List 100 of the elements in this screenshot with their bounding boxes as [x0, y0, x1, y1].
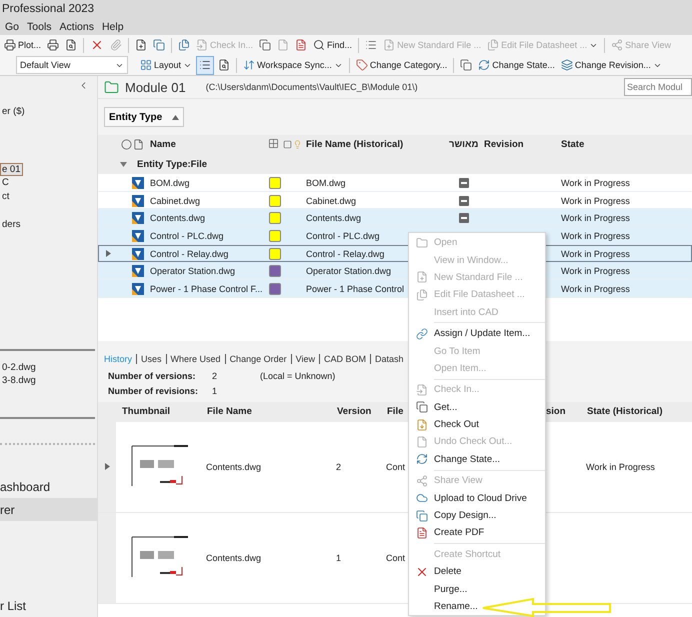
- grid-icon: [140, 59, 152, 71]
- context-menu-item[interactable]: Purge...: [409, 580, 468, 598]
- toolbar-button[interactable]: Change Category...: [354, 56, 450, 74]
- menu-item[interactable]: Actions: [56, 20, 97, 32]
- toolbar-button[interactable]: Workspace Sync...: [241, 56, 345, 74]
- context-menu-item[interactable]: Rename...: [409, 598, 478, 616]
- printer-icon: [4, 39, 16, 51]
- tree-item[interactable]: ders: [0, 218, 22, 231]
- file-row[interactable]: Contents.dwg Contents.dwg Work in Progress: [98, 209, 692, 228]
- files-icon: [416, 288, 428, 301]
- detail-tab[interactable]: Uses: [141, 354, 162, 364]
- drawing-file-icon: [132, 176, 144, 189]
- expand-caret-icon[interactable]: [106, 250, 110, 258]
- folder-icon: [104, 80, 119, 94]
- collapse-caret-icon[interactable]: [120, 162, 127, 166]
- column-header[interactable]: Version: [333, 406, 383, 418]
- file-row[interactable]: Cabinet.dwg Cabinet.dwg Work in Progress: [98, 192, 692, 210]
- file-search-icon: [65, 39, 78, 51]
- table-cell-text: Contents.dwg: [205, 552, 262, 563]
- context-menu-item[interactable]: Change State...: [409, 450, 500, 468]
- table-cell-text: Work in Progress: [560, 284, 630, 294]
- column-header[interactable]: State: [557, 139, 692, 150]
- info-value: 2: [212, 371, 218, 382]
- file-row[interactable]: BOM.dwg BOM.dwg Work in Progress: [98, 174, 692, 192]
- file-icon: [416, 436, 428, 448]
- paperclip-icon: [110, 39, 122, 51]
- column-header[interactable]: File Name (Historical): [302, 139, 445, 150]
- nav-item[interactable]: ashboard: [0, 475, 97, 498]
- drawing-file-icon: [132, 282, 144, 295]
- table-cell-text: Power - 1 Phase Control F...: [149, 284, 263, 294]
- sort-arrow-icon: [172, 114, 179, 120]
- toolbar-button[interactable]: Plot...: [2, 36, 44, 54]
- files-icon: [178, 39, 190, 51]
- table-cell-text: Control - Relay.dwg: [149, 248, 228, 259]
- table-cell-text: 2: [335, 462, 342, 472]
- file-search-icon: [218, 59, 230, 71]
- menu-item[interactable]: Help: [98, 20, 127, 32]
- context-menu-item[interactable]: Upload to Cloud Drive: [409, 489, 527, 507]
- context-menu-item[interactable]: Check Out: [409, 416, 479, 434]
- column-header[interactable]: State (Historical): [583, 406, 692, 418]
- column-header[interactable]: Name: [146, 139, 268, 150]
- file-arrow-icon: [416, 384, 428, 396]
- table-cell-text: Control - PLC.dwg: [305, 230, 380, 241]
- nav-item[interactable]: rer: [0, 498, 97, 521]
- menu-item[interactable]: Go: [2, 20, 22, 32]
- column-header[interactable]: sion: [542, 406, 583, 418]
- column-header[interactable]: מאושר: [445, 139, 480, 150]
- table-cell-text: Cont: [385, 462, 406, 472]
- column-header[interactable]: Revision: [480, 139, 557, 150]
- info-label: Number of versions:: [108, 371, 197, 382]
- context-menu-item[interactable]: Delete: [409, 563, 462, 580]
- detail-tab[interactable]: View: [296, 354, 315, 364]
- tree-item[interactable]: e 01: [0, 163, 22, 176]
- table-cell-text: Control - PLC.dwg: [149, 230, 224, 241]
- table-cell-text: BOM.dwg: [149, 178, 190, 188]
- drawing-file-icon: [132, 212, 144, 224]
- view-dropdown[interactable]: Default View: [16, 56, 128, 74]
- file-arrow-icon: [416, 418, 428, 431]
- context-menu-item[interactable]: Copy Design...: [409, 506, 496, 524]
- detail-tab[interactable]: CAD BOM: [324, 354, 366, 364]
- menu-item[interactable]: Tools: [24, 20, 55, 32]
- share-icon: [611, 39, 624, 51]
- copy-icon: [153, 39, 166, 51]
- toolbar-button[interactable]: Find...: [311, 36, 354, 54]
- copy-icon: [259, 39, 272, 51]
- toolbar-button[interactable]: Change Revision...: [558, 56, 664, 74]
- context-menu-item[interactable]: Assign / Update Item...: [409, 324, 530, 342]
- table-cell-text: Operator Station.dwg: [305, 266, 392, 276]
- toolbar-button[interactable]: [196, 56, 214, 74]
- search-icon: [313, 39, 326, 51]
- detail-tab[interactable]: Where Used: [170, 354, 221, 364]
- expand-caret-icon[interactable]: [104, 463, 110, 470]
- tree-item[interactable]: er ($): [0, 105, 27, 118]
- drawing-file-icon: [132, 248, 144, 260]
- tree-item[interactable]: ct: [0, 190, 12, 203]
- tree-item[interactable]: C: [0, 176, 11, 189]
- detail-tab[interactable]: Datash: [374, 354, 404, 364]
- context-menu-item[interactable]: Create PDF: [409, 524, 484, 542]
- detail-tab[interactable]: Change Order: [230, 354, 287, 364]
- table-cell-text: Control - Relay.dwg: [305, 248, 384, 259]
- tag-icon: [356, 59, 368, 71]
- column-header[interactable]: Thumbnail: [116, 406, 203, 418]
- file-arrow-icon: [196, 39, 208, 51]
- toolbar-button[interactable]: Change State...: [476, 56, 557, 74]
- file-item[interactable]: 0-2.dwg: [0, 361, 38, 374]
- printer-icon: [47, 39, 60, 51]
- search-field[interactable]: Search Modul: [624, 78, 692, 96]
- nav-item[interactable]: r List: [0, 594, 97, 617]
- context-menu-item[interactable]: Get...: [409, 398, 458, 416]
- column-header[interactable]: File Name: [203, 406, 333, 418]
- share-icon: [416, 474, 428, 487]
- table-cell-text: BOM.dwg: [305, 178, 346, 188]
- file-plus-icon: [135, 39, 148, 51]
- file-item[interactable]: 3-8.dwg: [0, 374, 38, 387]
- group-by-button[interactable]: Entity Type: [104, 107, 184, 127]
- table-cell-text: Work in Progress: [560, 266, 630, 276]
- drawing-file-icon: [132, 230, 144, 242]
- copy-icon: [416, 401, 428, 414]
- grid-icon: [268, 138, 279, 148]
- toolbar-button[interactable]: Layout: [138, 56, 194, 74]
